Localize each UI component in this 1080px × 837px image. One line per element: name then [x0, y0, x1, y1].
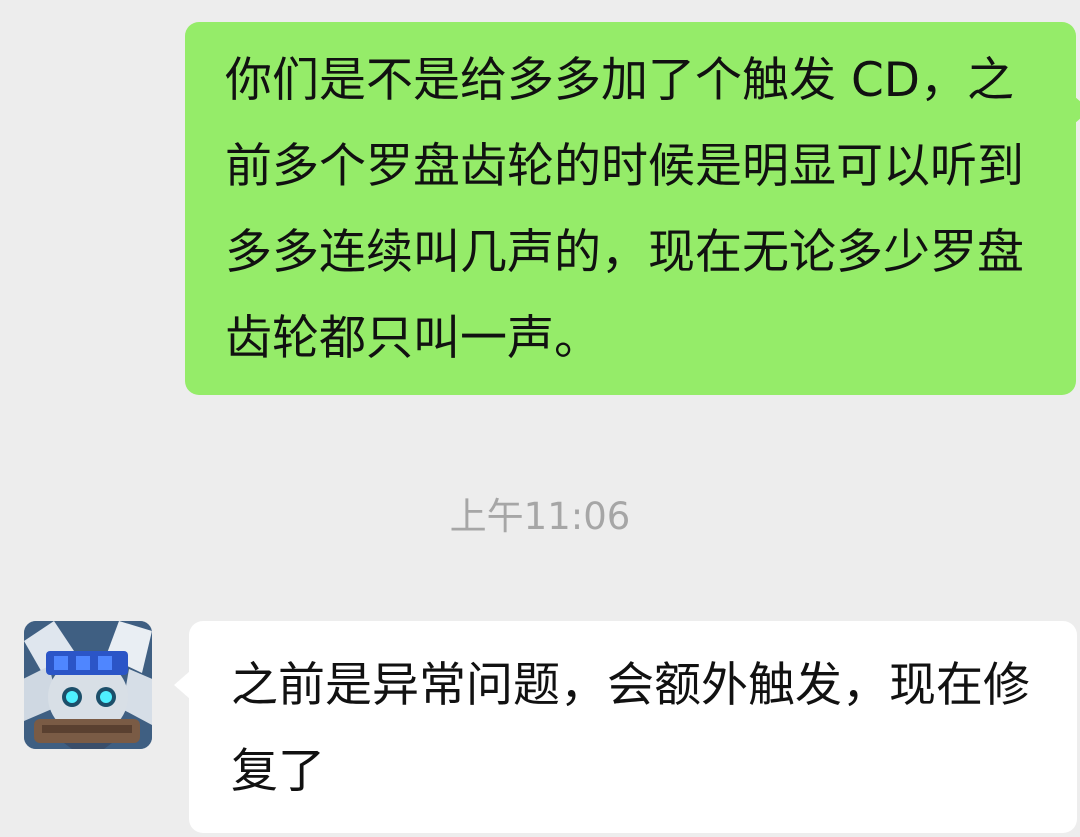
contact-avatar[interactable]	[24, 621, 152, 749]
game-character-avatar-icon	[24, 621, 152, 749]
incoming-message-text: 之前是异常问题，会额外触发，现在修复了	[231, 658, 1030, 799]
incoming-bubble-tail	[174, 671, 190, 699]
outgoing-message-bubble[interactable]: 你们是不是给多多加了个触发 CD，之前多个罗盘齿轮的时候是明显可以听到多多连续叫…	[185, 22, 1080, 395]
outgoing-message-text: 你们是不是给多多加了个触发 CD，之前多个罗盘齿轮的时候是明显可以听到多多连续叫…	[225, 53, 1024, 366]
incoming-message-bubble[interactable]: 之前是异常问题，会额外触发，现在修复了	[174, 621, 1077, 833]
outgoing-bubble-tail	[1074, 96, 1080, 124]
message-timestamp: 上午11:06	[449, 495, 631, 538]
